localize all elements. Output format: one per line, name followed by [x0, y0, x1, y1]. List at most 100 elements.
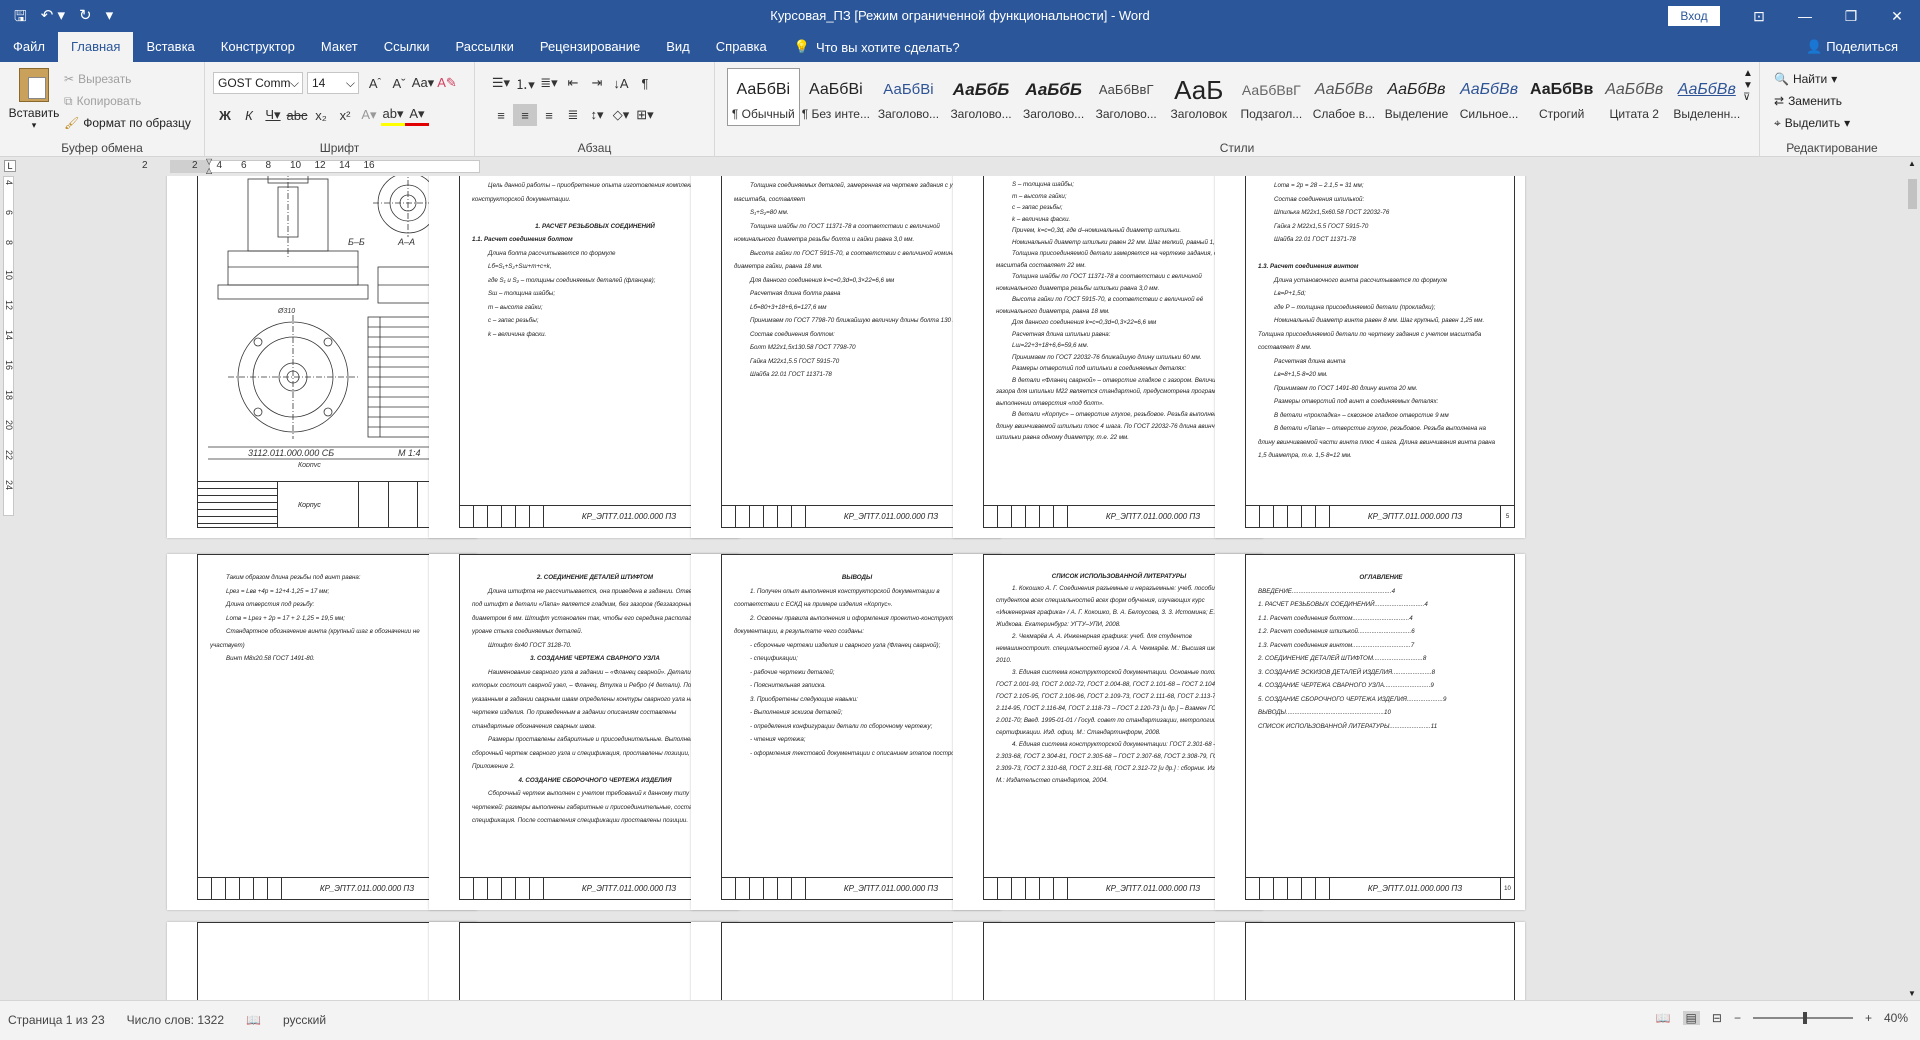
scroll-down-icon[interactable]: ▼: [1908, 989, 1916, 998]
paragraph-text: Толщина шайбы по ГОСТ 11371-78 в соответ…: [734, 222, 940, 244]
borders-icon[interactable]: ⊞▾: [633, 104, 657, 126]
drawing-scale: М 1:4: [398, 448, 421, 458]
scroll-thumb[interactable]: [1908, 179, 1917, 209]
style-normal[interactable]: АаБбВі ¶ Обычный: [727, 68, 800, 126]
sign-in-button[interactable]: Вход: [1668, 6, 1720, 26]
align-right-icon[interactable]: ≡: [537, 104, 561, 126]
italic-icon[interactable]: К: [237, 104, 261, 126]
zoom-level[interactable]: 40%: [1884, 1011, 1908, 1025]
tab-references[interactable]: Ссылки: [371, 32, 443, 62]
multilevel-list-icon[interactable]: ≣▾: [537, 72, 561, 94]
tab-design[interactable]: Конструктор: [208, 32, 308, 62]
ruler-tab-selector[interactable]: L: [4, 160, 16, 172]
highlight-icon[interactable]: ab▾: [381, 104, 405, 126]
align-left-icon[interactable]: ≡: [489, 104, 513, 126]
style-intense-quote[interactable]: АаБбВв Выделенн...: [1671, 68, 1744, 126]
style-subtle-emphasis[interactable]: АаБбВв Слабое в...: [1308, 68, 1381, 126]
font-size-combo[interactable]: 14 ⌵: [307, 72, 359, 94]
page-5[interactable]: Lотв = 2p = 28 – 2.1,5 = 31 мм; Состав со…: [1215, 176, 1525, 538]
styles-scroll-up-icon[interactable]: ▲: [1743, 68, 1757, 79]
replace-button[interactable]: ⇄ Заменить: [1774, 90, 1850, 112]
bullets-icon[interactable]: ☰▾: [489, 72, 513, 94]
zoom-out-icon[interactable]: −: [1734, 1011, 1741, 1025]
style-heading-1[interactable]: АаБбВі Заголово...: [872, 68, 945, 126]
paste-button[interactable]: Вставить ▾: [8, 68, 60, 131]
styles-more-icon[interactable]: ⊽: [1743, 92, 1757, 103]
style-no-spacing[interactable]: АаБбВі ¶ Без инте...: [800, 68, 873, 126]
align-center-icon[interactable]: ≡: [513, 104, 537, 126]
superscript-icon[interactable]: x²: [333, 104, 357, 126]
tell-me-box[interactable]: 💡 Что вы хотите сделать?: [794, 32, 960, 62]
window-title: Курсовая_ПЗ [Режим ограниченной функцион…: [770, 8, 1150, 23]
shrink-font-icon[interactable]: Aˇ: [387, 72, 411, 94]
pilcrow-icon[interactable]: ¶: [633, 72, 657, 94]
drawing-title: 3112.011.000.000 СБ: [248, 448, 334, 458]
language[interactable]: русский: [283, 1013, 326, 1027]
styles-scroll-down-icon[interactable]: ▼: [1743, 80, 1757, 91]
underline-icon[interactable]: Ч▾: [261, 104, 285, 126]
style-intense-emphasis[interactable]: АаБбВв Сильное...: [1453, 68, 1526, 126]
page-10[interactable]: ОГЛАВЛЕНИЕ ВВЕДЕНИЕ......................…: [1215, 554, 1525, 910]
page-count[interactable]: Страница 1 из 23: [8, 1013, 105, 1027]
ribbon-display-icon[interactable]: ⊡: [1736, 0, 1782, 32]
paragraph-text: Толщина шайбы по ГОСТ 11371-78 в соответ…: [996, 273, 1202, 292]
zoom-in-icon[interactable]: +: [1865, 1011, 1872, 1025]
read-mode-icon[interactable]: 📖: [1656, 1011, 1671, 1025]
change-case-icon[interactable]: Aa▾: [411, 72, 435, 94]
vertical-scrollbar[interactable]: ▲ ▼: [1905, 157, 1920, 1000]
style-heading-2[interactable]: АаБбБ Заголово...: [945, 68, 1018, 126]
tab-view[interactable]: Вид: [653, 32, 703, 62]
tab-file[interactable]: Файл: [0, 32, 58, 62]
line-spacing-icon[interactable]: ↕▾: [585, 104, 609, 126]
style-heading-3[interactable]: АаБбБ Заголово...: [1017, 68, 1090, 126]
font-color-icon[interactable]: A▾: [405, 104, 429, 126]
clear-formatting-icon[interactable]: A✎: [435, 72, 459, 94]
font-name-combo[interactable]: GOST Comm ⌵: [213, 72, 303, 94]
numbering-icon[interactable]: ⒈▾: [513, 72, 537, 94]
style-quote[interactable]: АаБбВв Цитата 2: [1598, 68, 1671, 126]
find-button[interactable]: 🔍 Найти ▾: [1774, 68, 1850, 90]
style-strong[interactable]: АаБбВв Строгий: [1525, 68, 1598, 126]
grow-font-icon[interactable]: Aˆ: [363, 72, 387, 94]
style-title[interactable]: АаБ Заголовок: [1162, 68, 1235, 126]
vertical-ruler[interactable]: 4 6 8 10 12 14 16 18 20 22 24: [0, 176, 17, 1000]
share-button[interactable]: 👤 Поделиться: [1806, 32, 1898, 62]
select-button[interactable]: ⌖ Выделить ▾: [1774, 112, 1850, 134]
shading-icon[interactable]: ◇▾: [609, 104, 633, 126]
page-15[interactable]: [1215, 922, 1525, 1000]
zoom-slider[interactable]: [1752, 1012, 1853, 1024]
increase-indent-icon[interactable]: ⇥: [585, 72, 609, 94]
tab-mailings[interactable]: Рассылки: [442, 32, 526, 62]
sort-icon[interactable]: ↓A: [609, 72, 633, 94]
horizontal-ruler[interactable]: L 2 2 4 6 8 10 12 14 16 ▽ △: [0, 157, 1905, 176]
word-count[interactable]: Число слов: 1322: [127, 1013, 224, 1027]
page-stamp: КР_ЭПТ7.011.000.000 ПЗ 5: [1246, 505, 1514, 528]
tab-layout[interactable]: Макет: [308, 32, 371, 62]
minimize-icon[interactable]: —: [1782, 0, 1828, 32]
tab-help[interactable]: Справка: [703, 32, 780, 62]
scroll-up-icon[interactable]: ▲: [1908, 159, 1916, 168]
cut-button[interactable]: ✂ Вырезать: [64, 68, 191, 90]
style-heading-4[interactable]: АаБбВвГ Заголово...: [1090, 68, 1163, 126]
paragraph-text: Номинальный диаметр винта равен 8 мм. Ша…: [1258, 317, 1485, 351]
tab-insert[interactable]: Вставка: [133, 32, 207, 62]
tab-home[interactable]: Главная: [57, 32, 134, 62]
format-painter-button[interactable]: 🖌 Формат по образцу: [64, 112, 191, 134]
proofing-icon[interactable]: 📖: [246, 1013, 261, 1027]
text-effects-icon[interactable]: A▾: [357, 104, 381, 126]
decrease-indent-icon[interactable]: ⇤: [561, 72, 585, 94]
bold-icon[interactable]: Ж: [213, 104, 237, 126]
web-layout-icon[interactable]: ⊟: [1712, 1011, 1722, 1025]
style-emphasis[interactable]: АаБбВв Выделение: [1380, 68, 1453, 126]
tab-review[interactable]: Рецензирование: [527, 32, 653, 62]
style-subtitle[interactable]: АаБбВвГ Подзагол...: [1235, 68, 1308, 126]
subscript-icon[interactable]: x₂: [309, 104, 333, 126]
strikethrough-icon[interactable]: abc: [285, 104, 309, 126]
close-icon[interactable]: ✕: [1874, 0, 1920, 32]
copy-button[interactable]: ⧉ Копировать: [64, 90, 191, 112]
document-area[interactable]: Б–Б А–А Ø310 3112.011.000.000 СБ М 1:4 К…: [17, 176, 1905, 1000]
print-layout-icon[interactable]: ▤: [1682, 1011, 1700, 1025]
justify-icon[interactable]: ≣: [561, 104, 585, 126]
restore-icon[interactable]: ❐: [1828, 0, 1874, 32]
indent-marker[interactable]: ▽ △: [206, 157, 214, 175]
